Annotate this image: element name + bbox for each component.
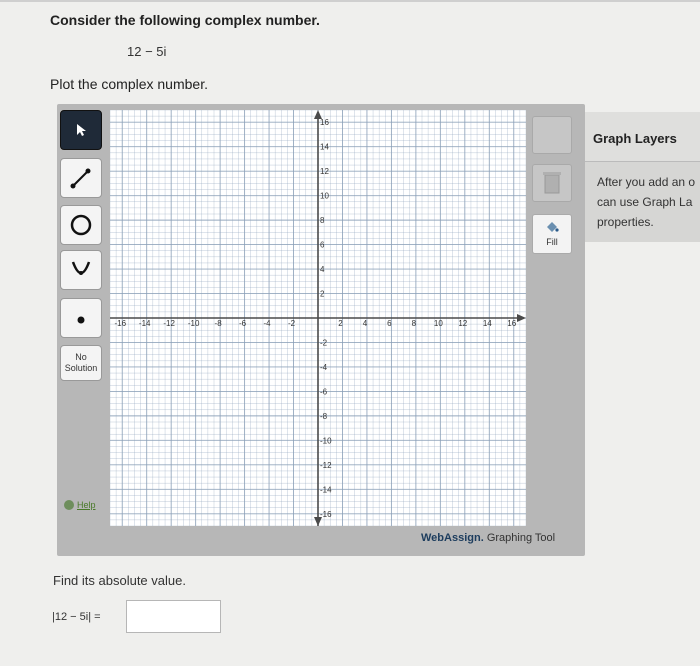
help-icon (64, 500, 74, 510)
complex-number: 12 − 5i (127, 44, 167, 59)
line-tool-button[interactable] (60, 158, 102, 198)
graph-layers-title: Graph Layers (593, 131, 677, 146)
line-tool-icon (70, 168, 91, 189)
x-tick-label: 4 (363, 319, 368, 328)
y-tick-label: 4 (320, 265, 325, 274)
circle-tool-button[interactable] (60, 205, 102, 245)
point-tool-button[interactable] (60, 298, 102, 338)
x-tick-label: 10 (434, 319, 443, 328)
webassign-brand: WebAssign. Graphing Tool (421, 532, 555, 544)
parabola-tool-button[interactable] (60, 250, 102, 290)
trash-button[interactable] (532, 164, 572, 202)
coordinate-grid[interactable]: -16 -14 -12 -10 -8 -6 -4 -2 2 4 6 8 10 12 14 16 16 14 12 10… (109, 109, 527, 527)
y-tick-label: -2 (320, 338, 328, 347)
brand-name: WebAssign. (421, 532, 484, 544)
y-tick-label: 14 (320, 143, 329, 152)
delete-tool-button[interactable] (532, 116, 572, 154)
x-tick-label: -4 (263, 319, 271, 328)
parabola-tool-icon (71, 261, 91, 275)
x-tick-label: -10 (188, 319, 200, 328)
graph-canvas[interactable]: -16 -14 -12 -10 -8 -6 -4 -2 2 4 6 8 10 12 14 16 16 14 12 10… (109, 109, 527, 527)
x-tick-label: -12 (163, 319, 175, 328)
y-tick-label: -12 (320, 461, 332, 470)
x-tick-label: 12 (458, 319, 467, 328)
x-tick-label: 14 (483, 319, 492, 328)
question-title: Consider the following complex number. (50, 12, 320, 28)
absolute-value-prompt: Find its absolute value. (53, 573, 186, 588)
plot-prompt: Plot the complex number. (50, 76, 208, 92)
fill-label: Fill (546, 237, 558, 247)
y-tick-label: 6 (320, 241, 325, 250)
y-tick-label: 8 (320, 216, 325, 225)
x-tick-label: 8 (412, 319, 417, 328)
brand-suffix: Graphing Tool (486, 532, 556, 544)
x-tick-label: 16 (507, 319, 516, 328)
absolute-value-label: |12 − 5i| = (52, 611, 101, 623)
y-tick-label: 2 (320, 290, 325, 299)
y-tick-label: -6 (320, 387, 328, 396)
fill-bucket-icon (547, 222, 559, 232)
pointer-tool-button[interactable] (60, 110, 102, 150)
y-tick-label: -4 (320, 363, 328, 372)
y-tick-label: -8 (320, 412, 328, 421)
x-tick-label: 2 (338, 319, 343, 328)
y-tick-label: -10 (320, 436, 332, 445)
y-tick-label: -14 (320, 485, 332, 494)
x-tick-label: -14 (139, 319, 151, 328)
x-axis-arrow (517, 314, 526, 322)
point-tool-icon (77, 316, 85, 324)
y-tick-label: 10 (320, 192, 329, 201)
trash-icon (543, 172, 561, 194)
help-link[interactable]: Help (64, 500, 96, 510)
x-tick-label: -16 (114, 319, 126, 328)
y-tick-label: -16 (320, 510, 332, 519)
arrow-cursor-icon (77, 124, 86, 136)
y-tick-label: 16 (320, 118, 329, 127)
x-tick-label: -6 (239, 319, 247, 328)
absolute-value-input[interactable] (126, 600, 221, 633)
circle-tool-icon (70, 214, 92, 236)
y-tick-label: 12 (320, 167, 329, 176)
help-label: Help (77, 500, 96, 510)
top-border (0, 0, 700, 2)
graph-layers-description: After you add an o can use Graph La prop… (597, 175, 696, 229)
x-tick-label: -8 (215, 319, 223, 328)
x-tick-label: -2 (288, 319, 296, 328)
fill-button[interactable]: Fill (532, 214, 572, 254)
no-solution-button[interactable]: No Solution (60, 345, 102, 381)
x-tick-label: 6 (387, 319, 392, 328)
